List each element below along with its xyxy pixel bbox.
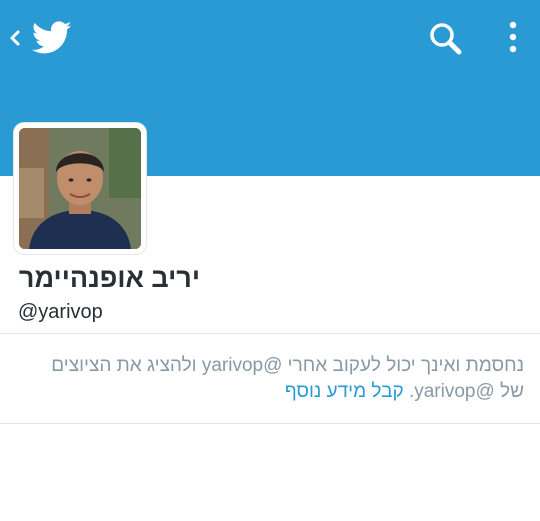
twitter-bird-icon <box>32 21 72 54</box>
more-vertical-icon <box>509 21 517 53</box>
chevron-left-icon <box>10 30 20 46</box>
divider <box>0 333 540 334</box>
back-button[interactable] <box>4 20 26 56</box>
divider <box>0 423 540 424</box>
search-icon <box>430 23 462 55</box>
profile-name: יריב אופנהיימר <box>18 263 200 293</box>
blocked-notice: נחסמת ואינך יכול לעקוב אחרי @yarivop ולה… <box>40 353 524 405</box>
avatar-photo <box>19 128 141 249</box>
more-options-button[interactable] <box>500 18 526 58</box>
learn-more-link[interactable]: קבל מידע נוסף <box>285 381 404 402</box>
profile-handle: @yarivop <box>18 301 103 323</box>
search-button[interactable] <box>426 18 466 58</box>
avatar-portrait <box>19 128 141 249</box>
avatar[interactable] <box>14 123 146 254</box>
